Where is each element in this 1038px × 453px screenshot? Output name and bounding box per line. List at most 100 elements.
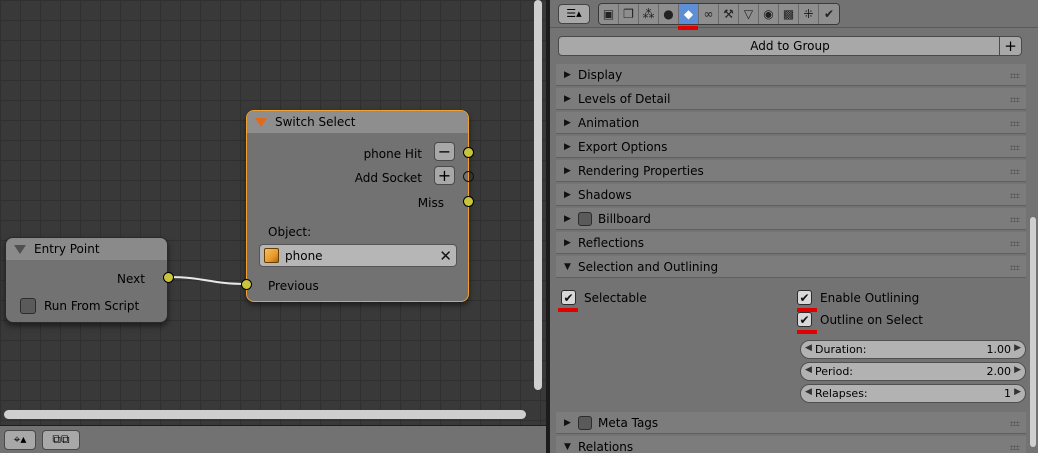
period-label: Period: (815, 365, 854, 378)
physics-icon: ✔ (823, 6, 835, 21)
selectable-checkbox[interactable]: ✔ (561, 290, 576, 305)
duration-field[interactable]: ◀ Duration: 1.00 ▶ (800, 340, 1026, 359)
tab-particles[interactable]: ⁜ (799, 3, 819, 24)
output-socket-phone-hit[interactable] (463, 147, 474, 158)
enable-outlining-checkbox[interactable]: ✔ (797, 290, 812, 305)
drag-grip-icon[interactable] (1010, 445, 1020, 450)
selectable-toggle[interactable]: ✔ Selectable (561, 290, 647, 305)
tab-material[interactable]: ◉ (759, 3, 779, 24)
increment-arrow-icon[interactable]: ▶ (1014, 343, 1021, 353)
collapse-triangle-icon[interactable] (14, 244, 26, 254)
tab-render[interactable]: ▣ (599, 3, 619, 24)
panel-levels-of-detail[interactable]: ▶ Levels of Detail (556, 88, 1026, 110)
drag-grip-icon[interactable] (1010, 145, 1020, 150)
run-from-script-label: Run From Script (44, 299, 140, 313)
tab-scene[interactable]: ⁂ (639, 3, 659, 24)
run-from-script-toggle[interactable]: Run From Script (20, 298, 139, 314)
editor-type-icon: ⌖▴ (13, 432, 27, 446)
tab-modifiers[interactable]: ⚒ (719, 3, 739, 24)
outline-on-select-toggle[interactable]: ✔ Outline on Select (797, 312, 923, 327)
period-field[interactable]: ◀ Period: 2.00 ▶ (800, 362, 1026, 381)
panel-label: Levels of Detail (578, 91, 671, 106)
add-socket-button[interactable]: + (434, 166, 455, 185)
wrench-icon: ⚒ (723, 6, 734, 21)
node-editor[interactable]: Switch Select phone Hit − Add Socket + M… (0, 0, 546, 453)
tab-physics[interactable]: ✔ (819, 3, 839, 24)
input-socket-previous[interactable] (241, 279, 252, 290)
run-from-script-checkbox[interactable] (20, 298, 36, 314)
meta-tags-checkbox[interactable] (578, 415, 592, 430)
panel-label: Animation (578, 115, 640, 130)
drag-grip-icon[interactable] (1010, 169, 1020, 174)
properties-editor[interactable]: ☰▴ ▣ ❐ ⁂ ● ◆ ∞ ⚒ ▽ ◉ ▩ ⁜ ✔ Add to Group … (550, 0, 1038, 453)
panel-animation[interactable]: ▶ Animation (556, 112, 1026, 134)
drag-grip-icon[interactable] (1010, 421, 1020, 426)
collapse-triangle-icon[interactable] (255, 117, 267, 127)
panel-rendering-properties[interactable]: ▶ Rendering Properties (556, 160, 1026, 182)
add-to-group-button[interactable]: Add to Group + (558, 36, 1022, 56)
panel-meta-tags[interactable]: ▶ Meta Tags (556, 412, 1026, 434)
properties-header: ☰▴ ▣ ❐ ⁂ ● ◆ ∞ ⚒ ▽ ◉ ▩ ⁜ ✔ (550, 0, 1038, 28)
panel-export-options[interactable]: ▶ Export Options (556, 136, 1026, 158)
remove-socket-button[interactable]: − (434, 142, 455, 161)
enable-outlining-toggle[interactable]: ✔ Enable Outlining (797, 290, 919, 305)
properties-context-tabs: ▣ ❐ ⁂ ● ◆ ∞ ⚒ ▽ ◉ ▩ ⁜ ✔ (598, 2, 840, 25)
panel-display[interactable]: ▶ Display (556, 64, 1026, 86)
output-socket-miss[interactable] (463, 196, 474, 207)
drag-grip-icon[interactable] (1010, 265, 1020, 270)
collapse-arrow-icon: ▼ (564, 441, 571, 452)
switch-select-node-header[interactable]: Switch Select (247, 111, 468, 133)
panel-billboard[interactable]: ▶ Billboard (556, 208, 1026, 230)
drag-grip-icon[interactable] (1010, 97, 1020, 102)
decrement-arrow-icon[interactable]: ◀ (805, 387, 812, 397)
expand-arrow-icon: ▶ (564, 213, 571, 224)
drag-grip-icon[interactable] (1010, 217, 1020, 222)
drag-grip-icon[interactable] (1010, 73, 1020, 78)
increment-arrow-icon[interactable]: ▶ (1014, 365, 1021, 375)
output-socket-add[interactable] (463, 171, 474, 182)
entry-point-node[interactable]: Entry Point Next Run From Script (5, 237, 174, 323)
add-group-plus-icon[interactable]: + (999, 36, 1021, 56)
drag-grip-icon[interactable] (1010, 121, 1020, 126)
entry-point-node-header[interactable]: Entry Point (6, 238, 167, 260)
properties-scrollbar[interactable] (1030, 217, 1036, 447)
chain-link-icon: ∞ (703, 6, 714, 21)
billboard-checkbox[interactable] (578, 211, 592, 226)
outline-on-select-checkbox[interactable]: ✔ (797, 312, 812, 327)
output-label-next: Next (117, 272, 145, 286)
tab-constraints[interactable]: ∞ (699, 3, 719, 24)
editor-type-button[interactable]: ⌖▴ (4, 429, 36, 450)
input-label-previous: Previous (268, 279, 319, 293)
output-socket-next[interactable] (163, 272, 174, 283)
drag-grip-icon[interactable] (1010, 241, 1020, 246)
expand-arrow-icon: ▶ (564, 93, 571, 104)
panel-reflections[interactable]: ▶ Reflections (556, 232, 1026, 254)
tab-texture[interactable]: ▩ (779, 3, 799, 24)
tab-render-layers[interactable]: ❐ (619, 3, 639, 24)
clear-object-icon[interactable]: ✕ (439, 247, 452, 265)
collapse-arrow-icon: ▼ (564, 261, 571, 272)
camera-icon: ▣ (602, 6, 615, 21)
decrement-arrow-icon[interactable]: ◀ (805, 365, 812, 375)
increment-arrow-icon[interactable]: ▶ (1014, 387, 1021, 397)
outline-on-select-label: Outline on Select (820, 312, 924, 327)
panel-relations[interactable]: ▼ Relations (556, 436, 1026, 453)
decrement-arrow-icon[interactable]: ◀ (805, 343, 812, 353)
panel-selection-and-outlining[interactable]: ▼ Selection and Outlining (556, 256, 1026, 278)
tab-data[interactable]: ▽ (739, 3, 759, 24)
node-editor-horizontal-scrollbar[interactable] (4, 410, 526, 419)
add-to-group-label: Add to Group (750, 39, 830, 53)
switch-select-title: Switch Select (275, 115, 356, 129)
drag-grip-icon[interactable] (1010, 193, 1020, 198)
node-editor-vertical-scrollbar[interactable] (534, 0, 542, 390)
active-tab-highlight (678, 26, 698, 30)
editor-type-button[interactable]: ☰▴ (558, 3, 590, 24)
panel-shadows[interactable]: ▶ Shadows (556, 184, 1026, 206)
object-field[interactable]: phone ✕ (259, 244, 457, 267)
copy-nodes-button[interactable]: ⧉⧉ (42, 429, 80, 450)
switch-select-node[interactable]: Switch Select phone Hit − Add Socket + M… (241, 110, 474, 302)
tab-world[interactable]: ● (659, 3, 679, 24)
relapses-field[interactable]: ◀ Relapses: 1 ▶ (800, 384, 1026, 403)
tab-object[interactable]: ◆ (679, 3, 699, 24)
panel-label: Rendering Properties (578, 163, 704, 178)
